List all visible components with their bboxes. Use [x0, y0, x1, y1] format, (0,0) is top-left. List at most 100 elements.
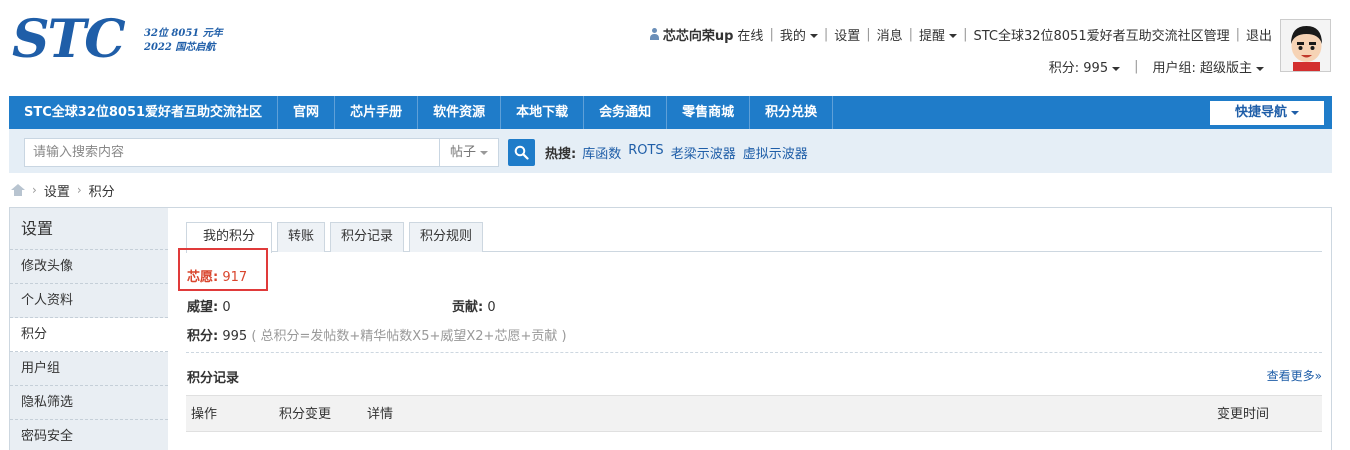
gongxian-credit: 贡献: 0 — [452, 296, 496, 315]
gongxian-label: 贡献: — [452, 300, 484, 315]
nav-item[interactable]: 官网 — [278, 96, 336, 129]
column-header: 积分变更 — [279, 407, 332, 422]
online-status: 在线 — [737, 28, 764, 44]
user-info: 积分: 995 | 用户组: 超级版主 — [1049, 57, 1264, 76]
weiwang-label: 威望: — [187, 300, 219, 315]
gongxian-value: 0 — [487, 300, 496, 315]
settings-sidebar: 设置 修改头像 个人资料 积分 用户组 隐私筛选 密码安全 — [10, 208, 168, 450]
xinyuan-label: 芯愿: — [187, 270, 219, 285]
column-header: 操作 — [191, 407, 218, 422]
main-panel: 设置 修改头像 个人资料 积分 用户组 隐私筛选 密码安全 我的积分 转账 积分… — [9, 207, 1332, 450]
sidebar-item-privacy[interactable]: 隐私筛选 — [10, 386, 168, 420]
nav-item[interactable]: 积分兑换 — [750, 96, 834, 129]
breadcrumb-separator: › — [32, 183, 37, 197]
logout-link[interactable]: 退出 — [1246, 25, 1272, 44]
mine-label: 我的 — [779, 28, 806, 44]
credit-log-title: 积分记录 — [187, 371, 240, 386]
nav-items: STC全球32位8051爱好者互助交流社区 官网 芯片手册 软件资源 本地下载 会务通知零… — [9, 96, 1332, 129]
sidebar-title: 设置 — [10, 208, 168, 250]
nav-item[interactable]: 零售商城 — [667, 96, 751, 129]
quick-nav-label: 快捷导航 — [1234, 105, 1287, 120]
avatar[interactable] — [1280, 19, 1331, 72]
logo-tagline-1: 32位 8051 元年 — [144, 28, 223, 39]
nav-item-community[interactable]: STC全球32位8051爱好者互助交流社区 — [9, 96, 279, 129]
hot-search-label: 热搜: — [545, 147, 577, 162]
breadcrumb-settings[interactable]: 设置 — [44, 181, 70, 200]
separator: | — [963, 26, 968, 42]
total-label: 积分: — [187, 329, 219, 344]
nav-item[interactable]: 软件资源 — [418, 96, 502, 129]
tab-credit-log[interactable]: 积分记录 — [330, 222, 405, 252]
divider — [186, 352, 1322, 353]
search-input[interactable] — [24, 138, 439, 167]
total-value: 995 — [222, 329, 248, 344]
credits-tabs: 我的积分 转账 积分记录 积分规则 — [186, 222, 1322, 253]
breadcrumb: › 设置 › 积分 — [11, 181, 115, 200]
sidebar-item-profile[interactable]: 个人资料 — [10, 284, 168, 318]
points-label: 积分: 995 — [1048, 61, 1109, 76]
nav-item[interactable]: 会务通知 — [584, 96, 668, 129]
nav-item[interactable]: 芯片手册 — [335, 96, 419, 129]
logo-text: STC — [12, 9, 126, 70]
search-button[interactable] — [508, 139, 535, 166]
sidebar-item-avatar[interactable]: 修改头像 — [10, 250, 168, 284]
xinyuan-credit: 芯愿: 917 — [187, 266, 247, 285]
column-header: 变更时间 — [1217, 407, 1270, 422]
sidebar-item-password[interactable]: 密码安全 — [10, 420, 168, 450]
user-icon — [649, 28, 660, 40]
separator: | — [769, 26, 774, 42]
home-icon[interactable] — [11, 184, 25, 196]
separator: | — [908, 26, 914, 42]
reminders-menu[interactable]: 提醒 — [919, 25, 958, 44]
messages-link[interactable]: 消息 — [877, 25, 903, 44]
sidebar-item-credits[interactable]: 积分 — [10, 318, 168, 352]
total-credit: 积分: 995 ( 总积分=发帖数+精华帖数X5+威望X2+芯愿+贡献 ) — [187, 325, 567, 344]
hot-search-item[interactable]: 虚拟示波器 — [743, 143, 808, 162]
xinyuan-value: 917 — [222, 270, 248, 285]
reminders-label: 提醒 — [919, 28, 946, 44]
main-nav: STC全球32位8051爱好者互助交流社区 官网 芯片手册 软件资源 本地下载 会务通知零… — [9, 96, 1332, 129]
logo-tagline-2: 2022 国芯启航 — [144, 42, 216, 53]
hot-search-item[interactable]: ROTS — [628, 143, 663, 162]
settings-link[interactable]: 设置 — [834, 25, 860, 44]
points-menu[interactable]: 积分: 995 — [1048, 57, 1121, 76]
weiwang-credit: 威望: 0 — [187, 296, 231, 315]
quick-nav-button[interactable]: 快捷导航 — [1210, 101, 1324, 125]
tab-transfer[interactable]: 转账 — [277, 222, 326, 252]
tab-credit-rules[interactable]: 积分规则 — [409, 222, 484, 252]
breadcrumb-current: 积分 — [88, 184, 115, 200]
hot-search-item[interactable]: 老梁示波器 — [671, 143, 736, 162]
search-type-label: 帖子 — [449, 145, 476, 160]
separator: | — [866, 26, 871, 42]
chevron-down-icon — [1291, 110, 1299, 115]
separator: | — [823, 26, 829, 42]
usergroup-menu[interactable]: 用户组: 超级版主 — [1152, 57, 1264, 76]
chevron-down-icon — [1256, 66, 1264, 71]
credits-content: 我的积分 转账 积分记录 积分规则 芯愿: 917 威望: 0 贡献: 0 积分… — [178, 208, 1322, 450]
chevron-down-icon — [480, 150, 488, 155]
weiwang-value: 0 — [222, 300, 231, 315]
user-nav: 芯芯向荣up 在线 | 我的 | 设置 | 消息 | 提醒 | STC全球32位… — [649, 25, 1272, 44]
column-header: 详情 — [367, 407, 394, 422]
chevron-down-icon — [1112, 66, 1121, 71]
username-link[interactable]: 芯芯向荣up — [663, 25, 734, 44]
hot-search-item[interactable]: 库函数 — [582, 143, 621, 162]
site-logo[interactable]: STC 32位 8051 元年 2022 国芯启航 — [12, 9, 223, 70]
chevron-down-icon — [809, 34, 818, 38]
credit-formula: ( 总积分=发帖数+精华帖数X5+威望X2+芯愿+贡献 ) — [251, 329, 567, 344]
nav-item[interactable]: 本地下载 — [501, 96, 585, 129]
search-icon — [514, 145, 529, 160]
credit-log-table-header: 操作 积分变更 详情 变更时间 — [186, 395, 1322, 432]
search-type-select[interactable]: 帖子 — [439, 138, 499, 167]
search-bar: 帖子 热搜: 库函数 ROTS 老梁示波器虚拟示波器 — [9, 129, 1332, 173]
sidebar-item-usergroup[interactable]: 用户组 — [10, 352, 168, 386]
mine-menu[interactable]: 我的 — [780, 25, 818, 44]
chevron-down-icon — [949, 34, 958, 38]
usergroup-label: 用户组: 超级版主 — [1152, 61, 1252, 76]
avatar-image — [1281, 20, 1330, 71]
admin-link[interactable]: STC全球32位8051爱好者互助交流社区管理 — [973, 25, 1229, 44]
hot-searches: 热搜: 库函数 ROTS 老梁示波器 虚拟示波器 — [545, 143, 815, 162]
breadcrumb-separator: › — [76, 183, 82, 197]
view-more-link[interactable]: 查看更多» — [1267, 367, 1322, 384]
separator: | — [1134, 59, 1139, 74]
